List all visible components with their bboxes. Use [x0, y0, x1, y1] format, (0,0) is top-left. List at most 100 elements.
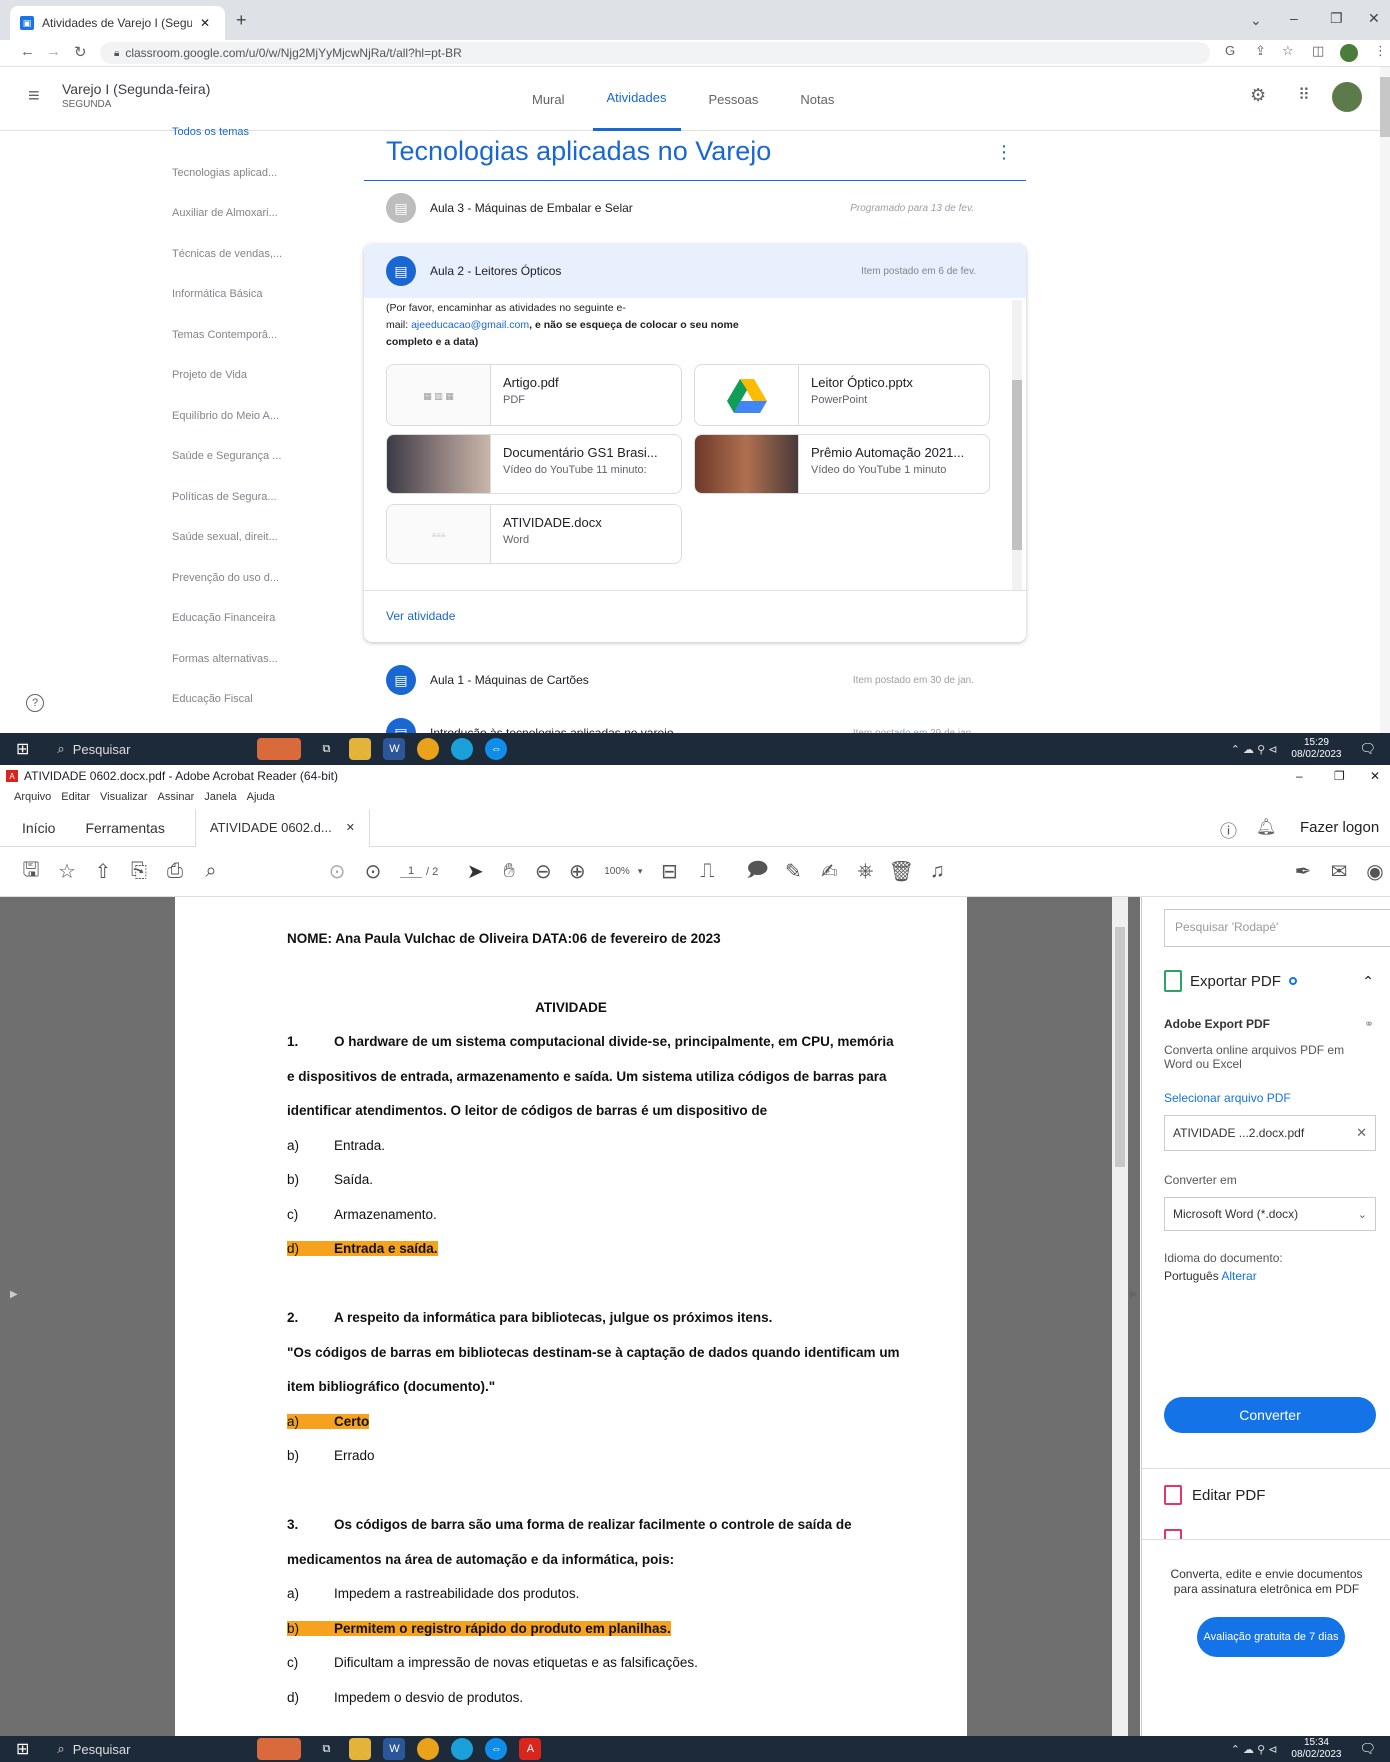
user-avatar[interactable] [1332, 82, 1362, 112]
browser-tab[interactable]: ▣ Atividades de Varejo I (Segunda- ✕ [10, 6, 225, 40]
zoom-level[interactable]: 100% [604, 866, 630, 877]
notification-icon[interactable]: 🗨︎ [1359, 1741, 1376, 1757]
scrollbar-thumb[interactable] [1380, 77, 1390, 137]
print-icon[interactable]: ⎙ [162, 860, 188, 883]
material-row-aula2[interactable]: ▤ Aula 2 - Leitores Ópticos Item postado… [364, 244, 1026, 298]
topic-item[interactable]: Saúde sexual, direit... [172, 531, 278, 543]
task-view-icon[interactable]: ⧉ [315, 738, 337, 760]
attachment-documentario[interactable]: Documentário GS1 Brasi... Vídeo do YouTub… [386, 434, 682, 494]
view-activity-link[interactable]: Ver atividade [386, 609, 455, 623]
change-language-link[interactable]: Alterar [1221, 1269, 1256, 1283]
topic-item[interactable]: Equilíbrio do Meio A... [172, 410, 279, 422]
convert-button[interactable]: Converter [1164, 1397, 1376, 1433]
next-tool-icon[interactable] [1164, 1529, 1182, 1539]
collapse-chevron-icon[interactable]: ⌃ [1362, 973, 1374, 990]
menu-janela[interactable]: Janela [204, 791, 236, 803]
class-title-block[interactable]: Varejo I (Segunda-feira) SEGUNDA [62, 81, 210, 110]
topic-item[interactable]: Projeto de Vida [172, 369, 247, 381]
topic-item[interactable]: Políticas de Segura... [172, 491, 277, 503]
page-scrollbar[interactable] [1380, 67, 1390, 733]
tab-mural[interactable]: Mural [532, 67, 565, 131]
edit-pdf-tool[interactable]: Editar PDF [1164, 1485, 1265, 1505]
restore-icon[interactable]: ❐ [1334, 769, 1345, 783]
user-icon[interactable]: ◉ [1362, 859, 1388, 884]
format-dropdown[interactable]: Microsoft Word (*.docx) ⌄ [1164, 1197, 1376, 1231]
minimize-icon[interactable]: – [1290, 10, 1298, 26]
topic-item[interactable]: Temas Contemporâ... [172, 329, 277, 341]
taskbar-search[interactable]: ⌕ Pesquisar [57, 1741, 257, 1757]
attachment-artigo[interactable]: ▦ ▥ ▦ Artigo.pdf PDF [386, 364, 682, 426]
acrobat-taskbar-icon[interactable]: A [519, 1738, 542, 1760]
scroll-mode-icon[interactable]: ⎍ [694, 860, 720, 883]
topic-item[interactable]: Técnicas de vendas,... [172, 248, 282, 260]
minimize-icon[interactable]: – [1296, 769, 1303, 783]
taskbar-search[interactable]: ⌕ Pesquisar [57, 741, 257, 757]
menu-arquivo[interactable]: Arquivo [14, 791, 51, 803]
tab-ferramentas[interactable]: Ferramentas [85, 820, 164, 836]
right-panel-toggle-icon[interactable]: ▶ [1130, 1289, 1138, 1300]
bell-icon[interactable]: 🔔︎ [1256, 817, 1276, 837]
topic-item[interactable]: Prevenção do uso d... [172, 572, 279, 584]
google-icon[interactable]: G [1225, 43, 1235, 58]
sidepanel-icon[interactable]: ◫ [1312, 43, 1324, 59]
hand-icon[interactable]: ✋︎ [496, 860, 522, 883]
chevron-down-icon[interactable]: ⌄ [1250, 12, 1262, 29]
taskbar-clock[interactable]: 15:34 08/02/2023 [1291, 1737, 1341, 1761]
topic-item[interactable]: Informática Básica [172, 288, 262, 300]
teamviewer-icon[interactable]: ⇔ [485, 1738, 508, 1760]
new-tab-icon[interactable]: + [236, 10, 247, 31]
menu-ajuda[interactable]: Ajuda [247, 791, 275, 803]
windows-start-icon[interactable]: ⊞ [16, 1739, 29, 1759]
bookmark-star-icon[interactable]: ☆ [1282, 43, 1294, 59]
help-icon[interactable]: ⓘ [1220, 817, 1237, 842]
pdf-viewport[interactable]: ▶ NOME: Ana Paula Vulchac de Oliveira DA… [0, 897, 1140, 1736]
chrome-icon[interactable] [417, 1738, 440, 1760]
taskbar-clock[interactable]: 15:29 08/02/2023 [1291, 737, 1341, 761]
tab-pessoas[interactable]: Pessoas [709, 67, 759, 131]
share-file-icon[interactable]: ⎘ [126, 860, 152, 883]
fill-sign-icon[interactable]: ✒︎ [1290, 859, 1316, 884]
file-explorer-icon[interactable] [349, 738, 372, 760]
tray-icons[interactable]: ⌃ ☁ ⚲ ⊲ [1231, 1743, 1278, 1756]
attachment-premio[interactable]: Prêmio Automação 2021... Vídeo do YouTube… [694, 434, 990, 494]
description-scrollbar[interactable] [1012, 300, 1022, 590]
settings-gear-icon[interactable]: ⚙ [1250, 85, 1266, 106]
profile-avatar[interactable] [1340, 44, 1358, 62]
close-window-icon[interactable]: ✕ [1368, 10, 1380, 27]
word-icon[interactable]: W [383, 738, 406, 760]
selected-file-field[interactable]: ATIVIDADE ...2.docx.pdf ✕ [1164, 1115, 1376, 1151]
delete-icon[interactable]: 🗑︎ [888, 859, 914, 884]
topic-item[interactable]: Saúde e Segurança ... [172, 450, 281, 462]
account-icon[interactable]: ⚭ [1364, 1017, 1374, 1031]
stamp-icon[interactable]: ⎈ [852, 860, 878, 883]
close-window-icon[interactable]: ✕ [1370, 769, 1380, 783]
attachment-leitor[interactable]: Leitor Óptico.pptx PowerPoint [694, 364, 990, 426]
select-file-link[interactable]: Selecionar arquivo PDF [1164, 1091, 1374, 1105]
select-arrow-icon[interactable]: ➤ [462, 859, 488, 884]
taskbar-art-icon[interactable] [257, 738, 302, 760]
topic-all[interactable]: Todos os temas [172, 126, 249, 138]
panel-search-input[interactable]: Pesquisar 'Rodapé' [1164, 909, 1390, 947]
next-page-icon[interactable]: ⊙ [360, 859, 386, 884]
menu-visualizar[interactable]: Visualizar [100, 791, 148, 803]
back-icon[interactable]: ← [20, 43, 35, 60]
maximize-icon[interactable]: ❐ [1330, 10, 1343, 27]
close-tab-icon[interactable]: ✕ [200, 16, 210, 30]
free-trial-button[interactable]: Avaliação gratuita de 7 dias [1197, 1617, 1345, 1657]
hamburger-menu-icon[interactable]: ≡ [28, 85, 40, 108]
file-explorer-icon[interactable] [349, 1738, 372, 1760]
clear-file-icon[interactable]: ✕ [1356, 1125, 1367, 1141]
topic-item[interactable]: Educação Fiscal [172, 693, 253, 705]
menu-editar[interactable]: Editar [61, 791, 90, 803]
page-number-input[interactable]: 1 [400, 865, 422, 878]
task-view-icon[interactable]: ⧉ [315, 1738, 337, 1760]
reload-icon[interactable]: ↻ [74, 43, 87, 61]
tab-notas[interactable]: Notas [800, 67, 834, 131]
zoom-in-icon[interactable]: ⊕ [564, 859, 590, 884]
zoom-dropdown-icon[interactable]: ▾ [638, 866, 643, 877]
email-link[interactable]: ajeeducacao@gmail.com [411, 319, 529, 331]
material-row-aula3[interactable]: ▤ Aula 3 - Máquinas de Embalar e Selar P… [364, 177, 1026, 239]
windows-start-icon[interactable]: ⊞ [16, 739, 29, 759]
login-link[interactable]: Fazer logon [1300, 819, 1379, 836]
tab-atividades[interactable]: Atividades [592, 67, 681, 131]
